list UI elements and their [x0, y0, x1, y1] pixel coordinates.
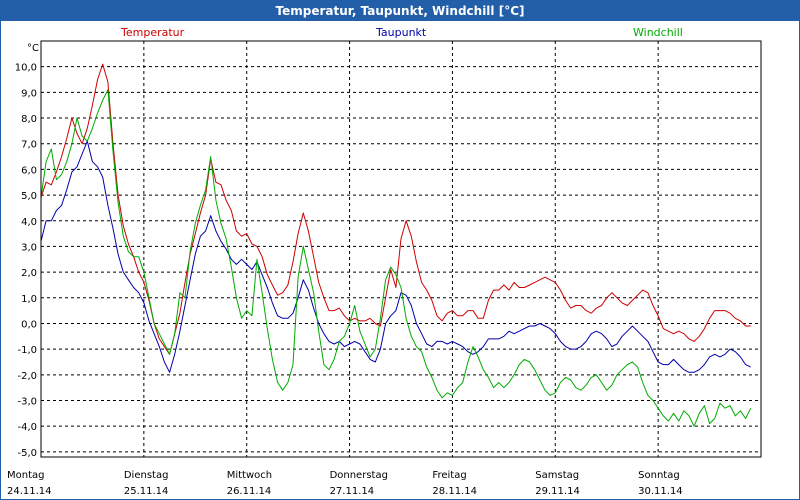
x-tick-day-label: Samstag — [535, 470, 579, 481]
y-tick-label: 2,0 — [21, 268, 37, 279]
x-tick-date-label: 30.11.14 — [638, 486, 683, 497]
x-tick-day-label: Donnerstag — [330, 470, 388, 481]
x-tick-date-label: 25.11.14 — [124, 486, 169, 497]
y-tick-label: -1,0 — [17, 345, 37, 356]
chart-window: Temperatur, Taupunkt, Windchill [°C] 10,… — [0, 0, 800, 500]
y-tick-label: 8,0 — [21, 114, 37, 125]
series-line-windchill — [40, 89, 752, 427]
y-tick-label: -5,0 — [17, 448, 37, 459]
window-title: Temperatur, Taupunkt, Windchill [°C] — [1, 1, 799, 21]
x-axis-ticks: Montag 24.11.14 Dienstag 25.11.14 Mittwoch 26… — [7, 470, 683, 497]
series-line-taupunkt — [40, 140, 751, 373]
line-chart: 10,0 9,0 8,0 7,0 6,0 5,0 4,0 3,0 2,0 1,0 0,0 -1,0 -2… — [7, 26, 762, 497]
y-tick-label: 0,0 — [21, 319, 37, 330]
x-tick-day-label: Dienstag — [124, 470, 169, 481]
y-tick-label: -3,0 — [17, 397, 37, 408]
x-tick-day-label: Mittwoch — [227, 470, 272, 481]
x-tick-date-label: 26.11.14 — [227, 486, 272, 497]
x-tick-date-label: 24.11.14 — [7, 486, 52, 497]
legend-windchill: Windchill — [633, 26, 683, 39]
y-tick-label: 4,0 — [21, 217, 37, 228]
x-tick-day-label: Freitag — [432, 470, 466, 481]
y-axis-unit-label: °C — [27, 43, 39, 54]
y-tick-label: 9,0 — [21, 88, 37, 99]
legend-taupunkt: Taupunkt — [375, 26, 427, 39]
y-tick-label: 5,0 — [21, 191, 37, 202]
x-tick-day-label: Sonntag — [638, 470, 680, 481]
x-tick-date-label: 28.11.14 — [432, 486, 477, 497]
y-tick-label: 7,0 — [21, 140, 37, 151]
y-tick-label: 10,0 — [15, 63, 37, 74]
y-tick-label: -4,0 — [17, 422, 37, 433]
x-tick-day-label: Montag — [7, 470, 44, 481]
chart-legend: Temperatur Taupunkt Windchill — [120, 26, 683, 39]
y-tick-label: 6,0 — [21, 165, 37, 176]
grid-lines — [41, 41, 761, 457]
y-axis-ticks: 10,0 9,0 8,0 7,0 6,0 5,0 4,0 3,0 2,0 1,0 0,0 -1,0 -2… — [15, 63, 37, 459]
x-tick-date-label: 27.11.14 — [330, 486, 375, 497]
y-tick-label: -2,0 — [17, 371, 37, 382]
y-tick-label: 1,0 — [21, 294, 37, 305]
x-tick-date-label: 29.11.14 — [535, 486, 580, 497]
plot-area-border — [40, 40, 762, 458]
y-tick-label: 3,0 — [21, 242, 37, 253]
legend-temperatur: Temperatur — [120, 26, 185, 39]
